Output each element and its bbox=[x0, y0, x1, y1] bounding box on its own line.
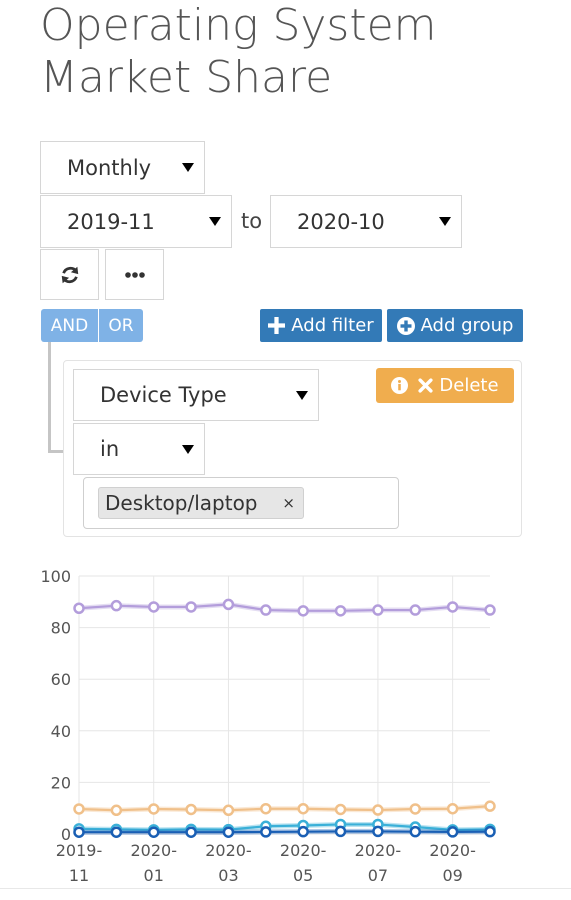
x-tick-label: 07 bbox=[368, 866, 388, 885]
data-point bbox=[446, 826, 459, 838]
x-tick-label: 09 bbox=[442, 866, 462, 885]
data-point bbox=[73, 826, 85, 838]
add-group-button[interactable]: Add group bbox=[387, 309, 523, 342]
value-tag-label: Desktop/laptop bbox=[105, 491, 258, 515]
data-point bbox=[222, 598, 235, 611]
y-tick-label: 60 bbox=[51, 670, 71, 689]
plus-icon bbox=[268, 317, 286, 334]
and-button[interactable]: AND bbox=[41, 309, 99, 342]
page-title: Operating System Market Share bbox=[40, 0, 437, 103]
data-point bbox=[372, 604, 384, 616]
x-tick-label: 2020- bbox=[205, 841, 252, 860]
data-point bbox=[446, 601, 459, 613]
data-point bbox=[185, 601, 197, 613]
delete-action: Delete bbox=[418, 375, 499, 396]
delete-label: Delete bbox=[439, 375, 499, 396]
data-point bbox=[110, 826, 123, 838]
operator-select[interactable]: in bbox=[73, 423, 205, 475]
x-tick-label: 2019- bbox=[56, 841, 103, 860]
data-point bbox=[260, 826, 272, 838]
value-tag: Desktop/laptop × bbox=[98, 487, 304, 519]
close-icon bbox=[418, 378, 433, 393]
x-tick-label: 05 bbox=[293, 866, 313, 885]
plus-circle-icon bbox=[396, 316, 415, 335]
x-tick-label: 2020- bbox=[355, 841, 402, 860]
chevron-down-icon bbox=[209, 217, 221, 226]
value-multiselect[interactable]: Desktop/laptop × bbox=[83, 477, 399, 529]
data-point bbox=[110, 804, 123, 817]
data-point bbox=[147, 601, 160, 613]
chevron-down-icon bbox=[182, 444, 194, 454]
data-point bbox=[372, 804, 384, 816]
data-point bbox=[222, 804, 235, 817]
series-line bbox=[79, 830, 491, 834]
data-point bbox=[297, 825, 309, 838]
chevron-down-icon bbox=[182, 163, 194, 172]
data-point bbox=[147, 826, 160, 838]
data-point bbox=[484, 604, 496, 616]
x-tick-label: 03 bbox=[218, 866, 238, 885]
to-label: to bbox=[241, 209, 263, 233]
data-point bbox=[110, 599, 123, 612]
delete-rule-button[interactable]: Delete bbox=[376, 368, 514, 403]
field-value: Device Type bbox=[100, 383, 227, 407]
data-point bbox=[185, 803, 197, 816]
refresh-button[interactable] bbox=[40, 249, 99, 300]
data-point bbox=[73, 803, 85, 815]
more-options-button[interactable] bbox=[105, 249, 164, 300]
granularity-value: Monthly bbox=[67, 155, 152, 180]
date-from-select[interactable]: 2019-11 bbox=[40, 195, 232, 248]
data-point bbox=[409, 825, 422, 838]
data-point bbox=[73, 602, 85, 614]
y-tick-label: 100 bbox=[40, 567, 71, 586]
data-point bbox=[147, 803, 160, 815]
data-point bbox=[334, 825, 347, 838]
x-tick-label: 11 bbox=[69, 866, 89, 885]
data-point bbox=[446, 802, 459, 815]
logic-toggle: AND OR bbox=[41, 309, 143, 342]
add-filter-label: Add filter bbox=[291, 315, 374, 336]
date-to-value: 2020-10 bbox=[297, 209, 385, 234]
granularity-select[interactable]: Monthly bbox=[40, 141, 205, 194]
data-point bbox=[260, 802, 272, 815]
data-point bbox=[185, 826, 197, 838]
info-icon bbox=[391, 377, 409, 394]
refresh-icon bbox=[61, 266, 78, 283]
data-point bbox=[484, 800, 496, 812]
x-tick-label: 01 bbox=[144, 866, 164, 885]
field-select[interactable]: Device Type bbox=[73, 369, 319, 421]
data-point bbox=[222, 826, 235, 838]
ellipsis-icon bbox=[124, 271, 145, 278]
add-filter-button[interactable]: Add filter bbox=[260, 309, 382, 342]
market-share-chart: 0204060801002019-112020-012020-032020-05… bbox=[40, 567, 496, 885]
data-point bbox=[334, 803, 347, 816]
data-point bbox=[297, 802, 309, 815]
chevron-down-icon bbox=[296, 390, 308, 400]
data-point bbox=[484, 825, 496, 838]
date-to-select[interactable]: 2020-10 bbox=[270, 195, 462, 248]
y-tick-label: 20 bbox=[51, 773, 71, 792]
x-tick-label: 2020- bbox=[429, 841, 476, 860]
data-point bbox=[260, 604, 272, 616]
divider bbox=[0, 888, 571, 889]
y-tick-label: 80 bbox=[51, 619, 71, 638]
data-point bbox=[334, 605, 347, 617]
date-from-value: 2019-11 bbox=[67, 209, 155, 234]
x-tick-label: 2020- bbox=[130, 841, 177, 860]
chevron-down-icon bbox=[439, 217, 451, 226]
remove-tag-icon[interactable]: × bbox=[282, 494, 295, 512]
data-point bbox=[372, 825, 384, 838]
add-group-label: Add group bbox=[420, 315, 514, 336]
data-point bbox=[409, 604, 422, 616]
data-point bbox=[409, 803, 422, 815]
operator-value: in bbox=[100, 437, 120, 461]
y-tick-label: 40 bbox=[51, 722, 71, 741]
x-tick-label: 2020- bbox=[280, 841, 327, 860]
or-button[interactable]: OR bbox=[99, 309, 143, 342]
data-point bbox=[297, 605, 309, 617]
